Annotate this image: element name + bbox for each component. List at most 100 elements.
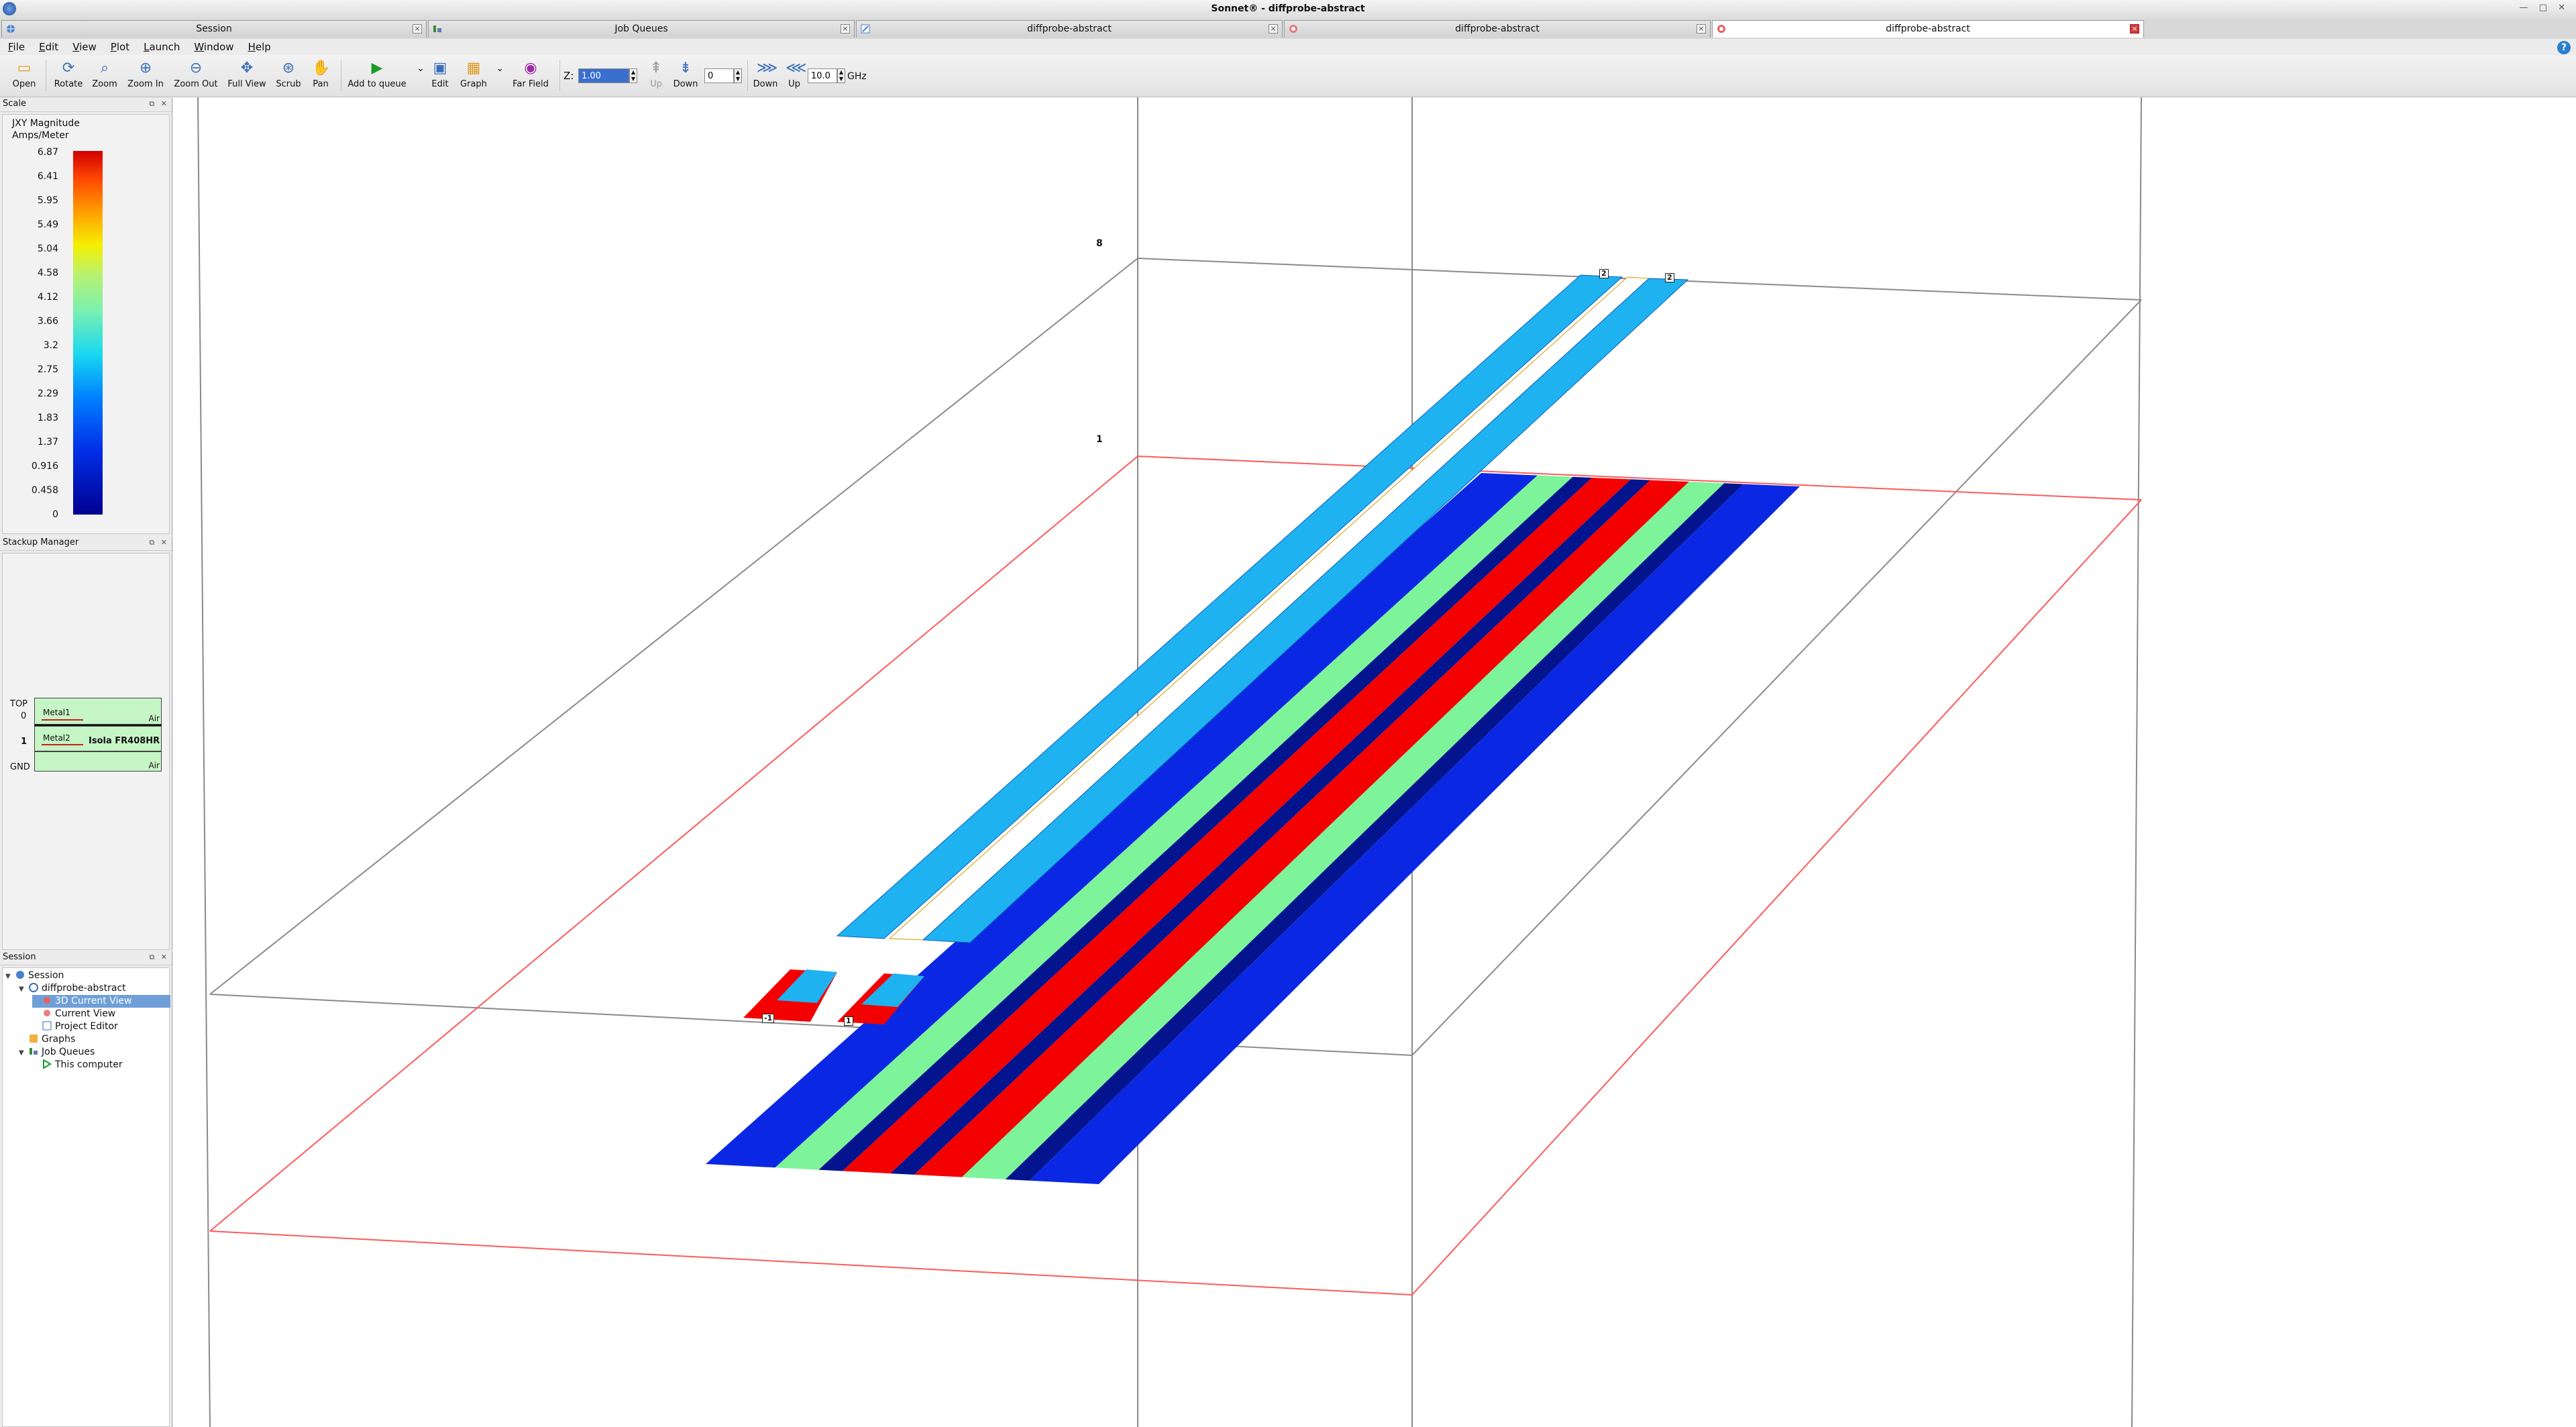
menu-help[interactable]: Help: [240, 39, 277, 53]
panel-float-close-icons[interactable]: ⧉ ✕: [149, 99, 169, 109]
tree-label: Session: [28, 970, 64, 981]
scale-tick-label: 5.04: [37, 244, 58, 254]
frequency-down-button[interactable]: ⋙ Down: [751, 60, 780, 90]
zoom-out-button[interactable]: ⊖ Zoom Out: [172, 60, 220, 90]
rotate-button[interactable]: ⟳ Rotate: [52, 60, 85, 90]
scrub-label: Scrub: [276, 79, 301, 89]
level-input[interactable]: [704, 68, 734, 83]
air-layer-bottom[interactable]: Air: [34, 751, 162, 772]
menu-plot[interactable]: Plot: [103, 39, 136, 53]
document-tab-bar: Session × Job Queues × diffprobe-abstrac…: [0, 19, 2576, 40]
expand-toggle-icon[interactable]: ▼: [19, 1047, 28, 1059]
add-to-queue-button[interactable]: ▶ Add to queue: [345, 60, 409, 90]
box-edge-vertical: [2131, 97, 2142, 1427]
help-icon[interactable]: ?: [2557, 41, 2571, 54]
level-axis-label-1: 1: [1096, 434, 1103, 445]
z-scale-input[interactable]: [578, 68, 629, 83]
menu-launch[interactable]: Launch: [136, 39, 186, 53]
3d-scene[interactable]: [173, 97, 2576, 1427]
tree-label: Job Queues: [42, 1047, 95, 1057]
expand-toggle-icon[interactable]: ▼: [19, 983, 28, 996]
tree-item-project-editor[interactable]: Project Editor: [32, 1020, 118, 1033]
window-controls[interactable]: — □ ✕: [2520, 3, 2569, 13]
level-spinner[interactable]: ▲ ▼: [734, 68, 742, 83]
menu-view[interactable]: View: [64, 39, 103, 53]
frequency-up-button[interactable]: ⋘ Up: [782, 60, 806, 90]
session-tree: ▼ Session ▼ diffprobe-abstract 3D Current …: [2, 967, 170, 1427]
tab-close-button[interactable]: ×: [1697, 24, 1706, 34]
menu-window[interactable]: Window: [186, 39, 239, 53]
scale-panel-header: Scale ⧉ ✕: [0, 98, 172, 112]
tree-item-current-view[interactable]: Current View: [32, 1008, 115, 1020]
window-title: Sonnet® - diffprobe-abstract: [1211, 3, 1365, 14]
tab-current-view[interactable]: diffprobe-abstract ×: [1284, 20, 1711, 38]
tab-close-button[interactable]: ×: [841, 24, 850, 34]
z-scale-label: Z:: [564, 70, 574, 82]
port-label-2a[interactable]: 2: [1599, 269, 1609, 278]
play-icon: [43, 1059, 52, 1069]
scale-tick-label: 6.87: [37, 147, 58, 158]
toolbar-separator: [559, 60, 560, 91]
sonnet-globe-icon: [16, 971, 24, 979]
port-label-2b[interactable]: 2: [1665, 273, 1674, 282]
frequency-spinner[interactable]: ▲ ▼: [837, 68, 845, 83]
port-label-minus1[interactable]: -1: [762, 1014, 775, 1023]
scale-tick-label: 3.2: [43, 340, 58, 351]
top-layer-label: TOP: [10, 699, 28, 709]
tab-close-button[interactable]: ×: [1269, 24, 1278, 34]
graph-button[interactable]: ▦ Graph: [458, 60, 490, 90]
add-to-queue-dropdown[interactable]: ⌄: [412, 60, 425, 79]
tab-3d-current-view[interactable]: diffprobe-abstract ×: [1712, 20, 2144, 38]
scale-tick-label: 4.58: [37, 268, 58, 278]
frequency-down-label: Down: [753, 79, 778, 89]
tab-label: Session: [196, 23, 232, 34]
gnd-layer-label: GND: [10, 762, 30, 772]
level-up-button[interactable]: ⇞ Up: [644, 60, 668, 90]
panel-float-close-icons[interactable]: ⧉ ✕: [149, 953, 169, 962]
session-panel-header: Session ⧉ ✕: [0, 951, 172, 965]
graph-dropdown[interactable]: ⌄: [491, 60, 504, 79]
rotate-icon: ⟳: [62, 60, 75, 76]
stackup-manager-panel: Stackup Manager ⧉ ✕ TOP 0 1 GND Metal1 A…: [0, 537, 172, 950]
menu-edit[interactable]: Edit: [31, 39, 64, 53]
far-field-button[interactable]: ◉ Far Field: [507, 60, 554, 90]
frequency-input[interactable]: [808, 68, 837, 83]
edit-button[interactable]: ▣ Edit: [427, 60, 453, 90]
color-scale-bar: [73, 151, 103, 515]
dielectric-layer[interactable]: Metal2 Isola FR408HR: [34, 726, 162, 751]
zoom-in-icon: ⊕: [139, 60, 152, 76]
tab-job-queues[interactable]: Job Queues ×: [428, 20, 855, 38]
tab-session[interactable]: Session ×: [1, 20, 427, 38]
tree-item-this-computer[interactable]: This computer: [32, 1059, 123, 1071]
tree-item-project[interactable]: ▼ diffprobe-abstract: [19, 982, 126, 995]
air-layer-top[interactable]: Metal1 Air: [34, 698, 162, 725]
scrub-button[interactable]: ⊛ Scrub: [272, 60, 305, 90]
folder-icon: ▭: [17, 60, 32, 76]
tab-label: diffprobe-abstract: [1886, 23, 1970, 34]
menu-bar: File Edit View Plot Launch Window Help ?: [0, 39, 2576, 55]
far-field-label: Far Field: [513, 79, 549, 89]
3d-current-view-canvas[interactable]: 8 1 2 2 -1 1: [173, 97, 2576, 1427]
tab-project-editor[interactable]: diffprobe-abstract ×: [856, 20, 1283, 38]
tree-item-3d-current-view[interactable]: 3D Current View: [32, 995, 170, 1008]
tab-close-button[interactable]: ×: [413, 24, 422, 34]
full-view-button[interactable]: ✥ Full View: [225, 60, 268, 90]
tree-item-graphs[interactable]: Graphs: [19, 1033, 75, 1046]
tree-item-job-queues[interactable]: ▼ Job Queues: [19, 1046, 95, 1059]
expand-toggle-icon[interactable]: ▼: [5, 970, 15, 983]
level-down-button[interactable]: ⇟ Down: [671, 60, 700, 90]
main-toolbar: ▭ Open ⟳ Rotate ⌕ Zoom ⊕ Zoom In ⊖ Zoom …: [0, 55, 2576, 97]
open-button[interactable]: ▭ Open: [9, 60, 39, 90]
graphs-icon: [30, 1035, 38, 1043]
zoom-in-button[interactable]: ⊕ Zoom In: [125, 60, 166, 90]
tab-close-button[interactable]: ×: [2130, 24, 2139, 34]
stackup-panel-header: Stackup Manager ⧉ ✕: [0, 537, 172, 551]
z-scale-spinner[interactable]: ▲ ▼: [629, 68, 637, 83]
panel-float-close-icons[interactable]: ⧉ ✕: [149, 538, 169, 547]
zoom-button[interactable]: ⌕ Zoom: [90, 60, 119, 90]
menu-file[interactable]: File: [0, 39, 31, 53]
tree-item-session[interactable]: ▼ Session: [5, 969, 64, 982]
pan-button[interactable]: ✋ Pan: [307, 60, 334, 90]
port-label-1[interactable]: 1: [844, 1016, 853, 1026]
zoom-label: Zoom: [92, 79, 117, 89]
